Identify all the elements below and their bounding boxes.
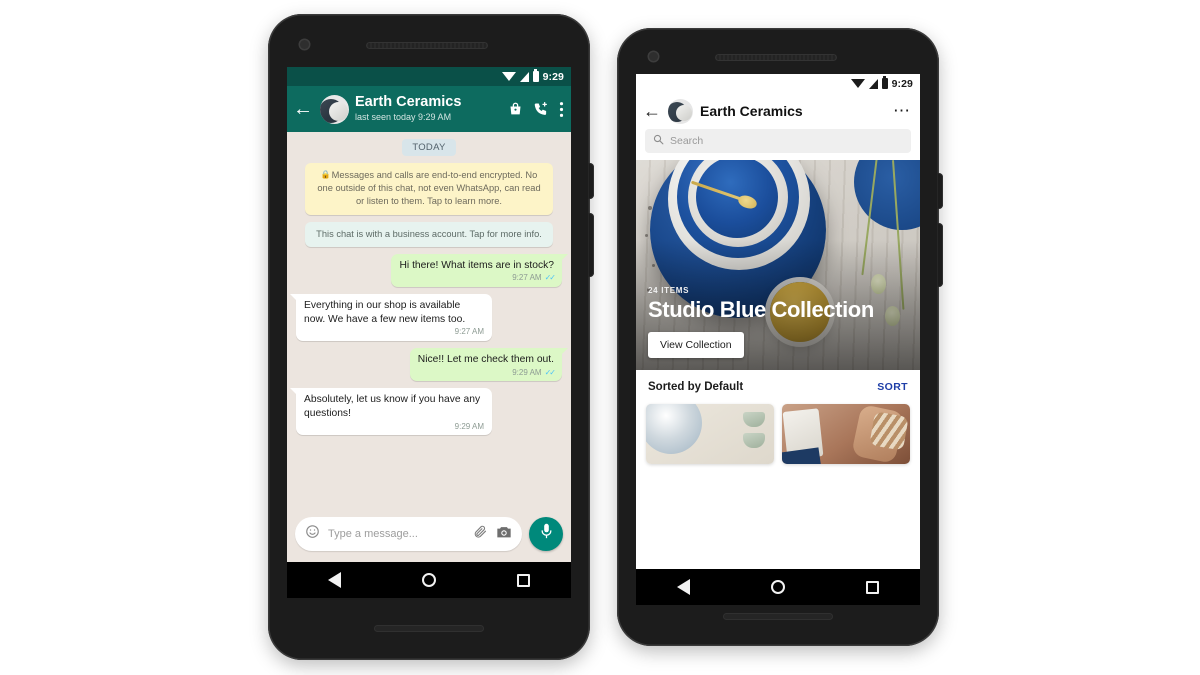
chat-header: ← Earth Ceramics last seen today 9:29 AM: [287, 86, 571, 132]
message-bubble[interactable]: Absolutely, let us know if you have any …: [290, 388, 492, 436]
more-vertical-icon[interactable]: [559, 101, 564, 118]
message-input-container[interactable]: Type a message...: [295, 517, 522, 551]
phone-add-icon[interactable]: [533, 101, 549, 117]
battery-icon: [881, 76, 888, 89]
status-bar: 9:29: [636, 74, 920, 93]
battery-icon: [532, 69, 539, 82]
phone-device-chat: 9:29 ← Earth Ceramics last seen today 9:…: [268, 14, 593, 660]
android-navigation-bar: [287, 562, 571, 598]
status-time: 9:29: [891, 77, 913, 90]
search-placeholder: Search: [670, 135, 704, 147]
day-divider: TODAY: [402, 139, 456, 156]
wifi-icon: [501, 71, 516, 81]
status-time: 9:29: [542, 70, 564, 83]
volume-rocker[interactable]: [938, 224, 942, 286]
message-time: 9:29 AM: [512, 367, 542, 377]
product-grid: [636, 404, 920, 464]
message-text: Absolutely, let us know if you have any …: [304, 394, 481, 420]
phone-screen-catalog: 9:29 ← Earth Ceramics ⋯ Search 24 ITEMS …: [636, 74, 920, 569]
message-input-placeholder[interactable]: Type a message...: [328, 528, 465, 540]
nav-home-circle-icon[interactable]: [770, 580, 785, 594]
compose-bar: Type a message...: [287, 506, 571, 562]
view-collection-button[interactable]: View Collection: [648, 332, 744, 358]
back-arrow-icon[interactable]: ←: [643, 102, 661, 120]
business-avatar[interactable]: [668, 98, 693, 124]
power-button[interactable]: [589, 164, 593, 198]
signal-icon: [868, 78, 878, 89]
wifi-icon: [850, 78, 865, 88]
message-bubble[interactable]: Hi there! What items are in stock? 9:27 …: [391, 253, 568, 288]
contact-avatar[interactable]: [320, 94, 349, 124]
collection-hero-banner[interactable]: 24 ITEMS Studio Blue Collection View Col…: [636, 160, 920, 370]
microphone-icon: [540, 523, 553, 545]
earpiece-speaker: [715, 54, 837, 61]
contact-presence: last seen today 9:29 AM: [355, 112, 452, 123]
sort-status-label: Sorted by Default: [648, 381, 744, 393]
message-list[interactable]: TODAY 🔒Messages and calls are end-to-end…: [287, 132, 571, 506]
search-icon: [653, 132, 664, 150]
emoji-smiley-icon[interactable]: [305, 524, 320, 544]
nav-back-triangle-icon[interactable]: [676, 579, 690, 595]
message-time: 9:27 AM: [454, 327, 484, 337]
collection-title: Studio Blue Collection: [648, 297, 874, 323]
front-camera-icon: [649, 52, 658, 61]
read-receipt-icon: ✓✓: [544, 273, 556, 283]
encryption-notice-text: Messages and calls are end-to-end encryp…: [317, 170, 541, 207]
product-card-speckled-bowl-set[interactable]: [646, 404, 774, 464]
message-text: Nice!! Let me check them out.: [417, 354, 554, 366]
sort-row: Sorted by Default SORT: [636, 370, 920, 404]
bottom-speaker: [374, 625, 484, 632]
chat-title-block[interactable]: Earth Ceramics last seen today 9:29 AM: [355, 94, 502, 123]
earpiece-speaker: [366, 42, 488, 49]
nav-recents-square-icon[interactable]: [866, 580, 880, 594]
paperclip-icon[interactable]: [473, 524, 488, 544]
shopping-bag-icon[interactable]: [508, 101, 523, 117]
product-card-artisan-at-work[interactable]: [782, 404, 910, 464]
nav-recents-square-icon[interactable]: [517, 573, 531, 587]
android-navigation-bar: [636, 569, 920, 605]
read-receipt-icon: ✓✓: [544, 367, 556, 377]
nav-home-circle-icon[interactable]: [421, 573, 436, 587]
front-camera-icon: [300, 40, 309, 49]
voice-record-button[interactable]: [529, 517, 563, 551]
sort-button[interactable]: SORT: [877, 381, 908, 393]
message-time: 9:27 AM: [512, 273, 542, 283]
lock-icon: 🔒: [320, 170, 331, 179]
collection-item-count: 24 ITEMS: [648, 286, 690, 296]
message-text: Hi there! What items are in stock?: [399, 259, 554, 271]
catalog-header: ← Earth Ceramics ⋯: [636, 93, 920, 129]
status-bar: 9:29: [287, 67, 571, 86]
search-input[interactable]: Search: [645, 129, 911, 153]
screenshot-canvas: 9:29 ← Earth Ceramics last seen today 9:…: [0, 0, 1200, 675]
message-bubble[interactable]: Everything in our shop is available now.…: [290, 294, 492, 342]
catalog-title: Earth Ceramics: [700, 103, 803, 119]
phone-device-catalog: 9:29 ← Earth Ceramics ⋯ Search 24 ITEMS …: [617, 28, 942, 646]
bottom-speaker: [723, 613, 833, 620]
contact-name: Earth Ceramics: [355, 94, 462, 111]
more-horizontal-icon[interactable]: ⋯: [893, 102, 911, 119]
back-arrow-icon[interactable]: ←: [293, 99, 313, 119]
camera-icon[interactable]: [496, 525, 512, 544]
nav-back-triangle-icon[interactable]: [327, 572, 341, 588]
volume-rocker[interactable]: [589, 214, 593, 276]
message-time: 9:29 AM: [454, 421, 484, 431]
phone-screen-chat: 9:29 ← Earth Ceramics last seen today 9:…: [287, 67, 571, 562]
power-button[interactable]: [938, 174, 942, 208]
message-bubble[interactable]: Nice!! Let me check them out. 9:29 AM ✓✓: [409, 348, 569, 382]
encryption-notice[interactable]: 🔒Messages and calls are end-to-end encry…: [305, 163, 553, 215]
business-account-notice[interactable]: This chat is with a business account. Ta…: [305, 221, 553, 247]
signal-icon: [519, 71, 529, 82]
message-text: Everything in our shop is available now.…: [304, 300, 466, 325]
